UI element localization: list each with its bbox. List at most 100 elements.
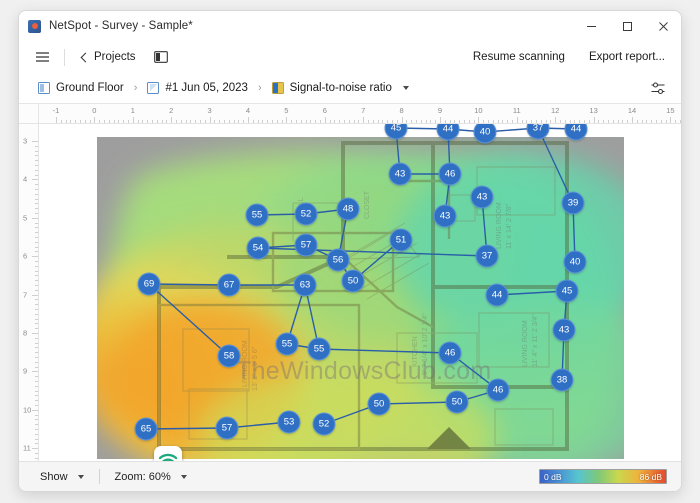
ruler-h-tick	[358, 120, 360, 123]
ruler-h-tick	[502, 120, 504, 123]
maximize-icon[interactable]	[609, 11, 645, 41]
ruler-h-tick	[492, 120, 494, 123]
ruler-v-label: 5	[23, 213, 28, 223]
ruler-h-tick	[233, 120, 235, 123]
measurement-point[interactable]: 56	[326, 248, 350, 272]
measurement-point[interactable]: 55	[275, 332, 299, 356]
measurement-point[interactable]: 43	[433, 204, 457, 228]
ruler-h-tick	[392, 120, 393, 123]
ruler-h-tick	[579, 120, 581, 123]
measurement-point[interactable]: 44	[485, 283, 509, 307]
measurement-point[interactable]: 55	[245, 203, 269, 227]
measurement-point[interactable]: 55	[307, 337, 331, 361]
ruler-h-label: 7	[361, 106, 366, 115]
breadcrumb: Ground Floor › #1 Jun 05, 2023 › Signal-…	[19, 73, 681, 104]
ruler-v-tick	[35, 155, 38, 157]
measurement-point[interactable]: 57	[215, 416, 239, 440]
vertical-ruler: 3 4 5 6 7 8 9 10 11	[19, 104, 39, 461]
ruler-h-tick	[190, 120, 192, 123]
measurement-point[interactable]: 63	[293, 273, 317, 297]
resume-scanning-button[interactable]: Resume scanning	[469, 48, 569, 66]
measurement-point[interactable]: 52	[294, 202, 318, 226]
ruler-v-tick	[35, 184, 38, 186]
ruler-h-tick	[636, 120, 638, 123]
breadcrumb-visualization[interactable]: Signal-to-noise ratio	[267, 79, 414, 97]
zoom-label: Zoom: 60%	[114, 470, 171, 483]
measurement-point[interactable]: 69	[137, 272, 161, 296]
ruler-h-tick	[200, 120, 201, 123]
measurement-point[interactable]: 51	[389, 228, 413, 252]
measurement-point[interactable]: 50	[445, 390, 469, 414]
measurement-point[interactable]: 52	[312, 412, 336, 436]
ruler-v-tick	[35, 241, 38, 243]
measurement-point[interactable]: 39	[561, 191, 585, 215]
measurement-point[interactable]: 43	[552, 318, 576, 342]
measurement-point[interactable]: 53	[277, 410, 301, 434]
minimize-icon[interactable]	[573, 11, 609, 41]
settings-sliders-icon[interactable]	[647, 78, 669, 99]
breadcrumb-floor-label: Ground Floor	[56, 82, 124, 94]
ruler-h-tick	[276, 120, 278, 123]
measurement-point[interactable]: 65	[134, 417, 158, 441]
breadcrumb-floor[interactable]: Ground Floor	[33, 79, 129, 97]
ruler-v-tick	[35, 457, 38, 459]
ruler-h-tick	[377, 120, 379, 123]
ruler-h-tick	[545, 120, 547, 123]
ruler-h-tick	[593, 117, 595, 123]
ruler-h-tick	[440, 117, 441, 123]
close-icon[interactable]	[645, 11, 681, 41]
measurement-point[interactable]: 58	[217, 344, 241, 368]
measurement-point[interactable]: 38	[550, 368, 574, 392]
ruler-h-tick	[204, 120, 206, 123]
measurement-point[interactable]: 54	[246, 236, 270, 260]
ruler-h-tick	[617, 120, 619, 123]
access-point-marker[interactable]: NETGEAR01 NETGEAR01-5G	[132, 446, 204, 461]
ruler-v-tick	[35, 227, 38, 229]
ruler-v-tick	[35, 304, 38, 306]
ruler-h-tick	[420, 120, 422, 123]
measurement-point[interactable]: 40	[563, 250, 587, 274]
measurement-point[interactable]: 37	[475, 244, 499, 268]
ruler-h-tick	[267, 120, 269, 123]
breadcrumb-survey[interactable]: #1 Jun 05, 2023	[142, 79, 253, 97]
ruler-h-label: 12	[551, 106, 560, 115]
ruler-h-tick	[75, 120, 77, 123]
measurement-point[interactable]: 43	[388, 162, 412, 186]
measurement-point[interactable]: 57	[294, 233, 318, 257]
measurement-point[interactable]: 67	[217, 273, 241, 297]
map-area[interactable]: LIVING ROOM 11' x 14' 2 7/8" LIVING ROOM…	[19, 104, 681, 461]
ruler-h-label: 10	[474, 106, 483, 115]
measurement-point[interactable]: 46	[438, 162, 462, 186]
ruler-v-tick	[35, 342, 38, 344]
measurement-point[interactable]: 45	[555, 279, 579, 303]
measurement-point[interactable]: 46	[486, 378, 510, 402]
ruler-h-tick	[353, 120, 355, 123]
ruler-v-tick	[35, 395, 38, 397]
measurement-point[interactable]: 50	[341, 269, 365, 293]
export-report-button[interactable]: Export report...	[585, 48, 669, 66]
ruler-h-tick	[195, 120, 197, 123]
map-canvas[interactable]: LIVING ROOM 11' x 14' 2 7/8" LIVING ROOM…	[40, 124, 670, 461]
ruler-h-tick	[569, 120, 571, 123]
show-dropdown[interactable]: Show	[35, 468, 89, 486]
ruler-v-tick	[32, 217, 38, 219]
measurement-point[interactable]: 50	[367, 392, 391, 416]
ruler-h-tick	[540, 120, 542, 123]
side-panel-toggle-icon[interactable]	[148, 45, 174, 69]
ruler-h-tick	[176, 120, 177, 123]
back-to-projects-button[interactable]: Projects	[74, 48, 142, 66]
ruler-h-tick	[238, 120, 240, 123]
measurement-point[interactable]: 43	[470, 185, 494, 209]
ruler-h-tick	[320, 120, 321, 123]
chevron-left-icon	[80, 52, 91, 62]
zoom-dropdown[interactable]: Zoom: 60%	[110, 468, 192, 486]
measurement-point[interactable]: 46	[438, 341, 462, 365]
ruler-v-tick	[35, 337, 38, 339]
measurement-point[interactable]: 48	[336, 197, 360, 221]
ruler-h-tick	[488, 120, 489, 123]
hamburger-menu-icon[interactable]	[29, 45, 55, 69]
ruler-v-tick	[35, 429, 38, 430]
ruler-v-tick	[35, 419, 38, 421]
ruler-v-tick	[35, 361, 38, 363]
ruler-v-label: 9	[23, 366, 28, 376]
